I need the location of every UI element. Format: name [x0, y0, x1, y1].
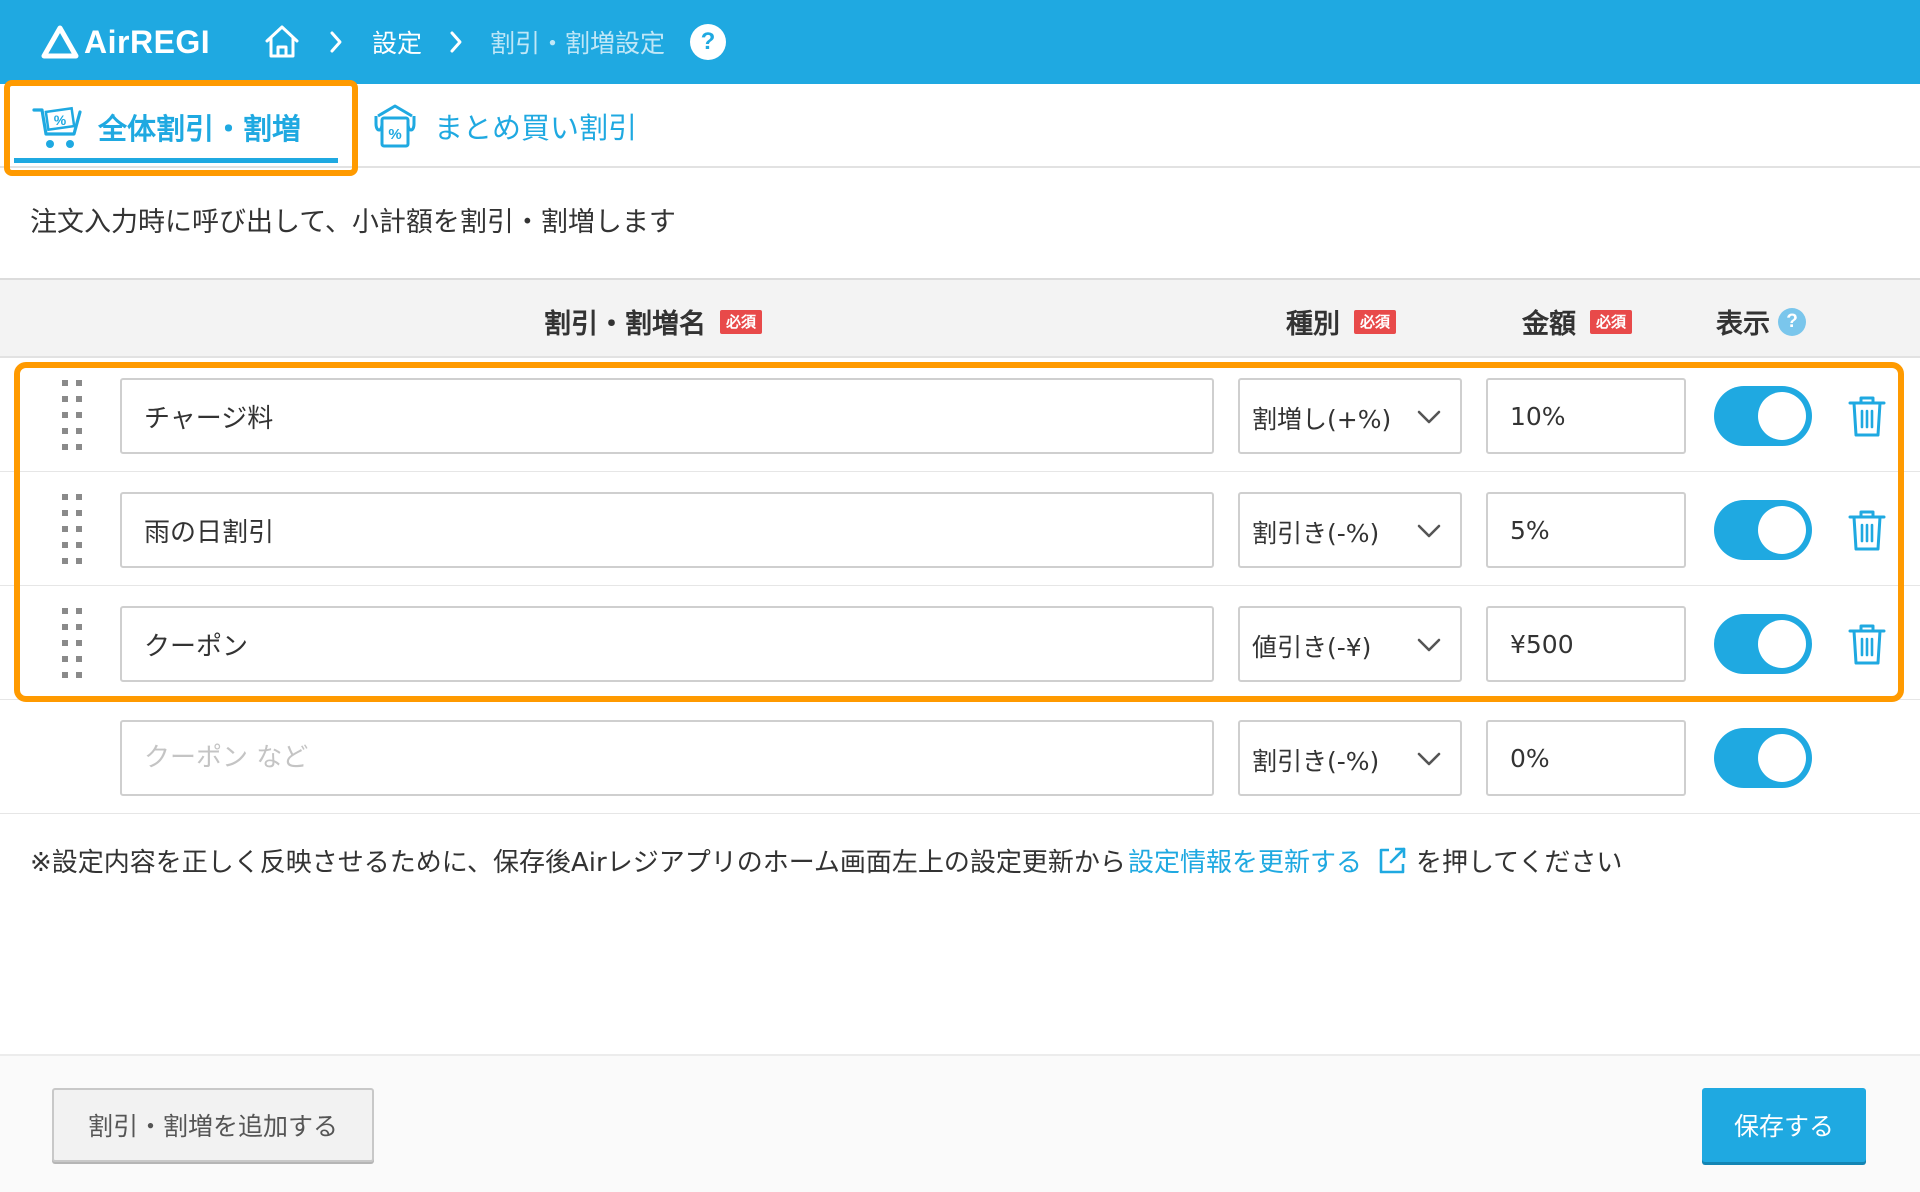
new-discount-type-value: 割引き(-%) — [1252, 747, 1380, 776]
required-badge: 必須 — [1354, 309, 1397, 334]
trash-icon[interactable] — [1846, 622, 1888, 666]
discount-type-value: 割引き(-%) — [1252, 519, 1380, 548]
toggle-knob — [1758, 392, 1806, 440]
table-header: 割引・割増名 必須 種別 必須 金額 必須 表示 ? — [0, 278, 1920, 358]
display-toggle[interactable] — [1714, 614, 1812, 674]
drag-handle-icon[interactable] — [62, 608, 90, 680]
new-discount-amount-input[interactable] — [1486, 720, 1686, 796]
column-header-amount: 金額 必須 — [1522, 302, 1633, 341]
breadcrumb-settings[interactable]: 設定 — [372, 24, 422, 60]
discount-type-select[interactable]: 割増し(+%) — [1238, 378, 1462, 454]
home-icon[interactable] — [262, 22, 302, 60]
column-header-display: 表示 ? — [1716, 302, 1806, 341]
column-header-amount-label: 金額 — [1522, 309, 1576, 340]
discount-type-select[interactable]: 値引き(-¥) — [1238, 606, 1462, 682]
external-link-icon[interactable] — [1376, 845, 1408, 877]
discount-type-select[interactable]: 割引き(-%) — [1238, 492, 1462, 568]
toggle-knob — [1758, 734, 1806, 782]
toggle-knob — [1758, 620, 1806, 668]
airregi-logo[interactable]: AirREGI — [40, 22, 210, 62]
discount-name-input[interactable] — [120, 378, 1214, 454]
column-header-type-label: 種別 — [1286, 309, 1340, 340]
required-badge: 必須 — [1590, 309, 1633, 334]
toggle-knob — [1758, 506, 1806, 554]
breadcrumb-current: 割引・割増設定 — [490, 29, 666, 58]
update-note: ※設定内容を正しく反映させるために、保存後Airレジアプリのホーム画面左上の設定… — [30, 842, 1622, 879]
update-settings-link[interactable]: 設定情報を更新する — [1128, 842, 1362, 879]
discount-amount-input[interactable] — [1486, 378, 1686, 454]
save-button[interactable]: 保存する — [1702, 1088, 1866, 1162]
discount-amount-input[interactable] — [1486, 606, 1686, 682]
trash-icon[interactable] — [1846, 394, 1888, 438]
chevron-down-icon — [1417, 410, 1441, 424]
table-row: 割増し(+%) — [0, 358, 1920, 472]
breadcrumb-chevron-icon — [450, 31, 462, 53]
display-help-icon[interactable]: ? — [1778, 307, 1806, 336]
discount-type-value: 割増し(+%) — [1252, 405, 1392, 434]
new-discount-name-input[interactable] — [120, 720, 1214, 796]
new-table-row: 割引き(-%) — [0, 700, 1920, 814]
drag-handle-icon[interactable] — [62, 494, 90, 566]
bundle-percent-icon: % — [374, 104, 416, 148]
column-header-display-label: 表示 — [1716, 309, 1770, 340]
footer-bar: 割引・割増を追加する 保存する — [0, 1054, 1920, 1192]
chevron-down-icon — [1417, 524, 1441, 538]
discount-amount-input[interactable] — [1486, 492, 1686, 568]
new-discount-type-select[interactable]: 割引き(-%) — [1238, 720, 1462, 796]
svg-text:%: % — [388, 126, 401, 143]
breadcrumb-chevron-icon — [330, 31, 342, 53]
column-header-name: 割引・割増名 必須 — [544, 302, 763, 341]
add-discount-button[interactable]: 割引・割増を追加する — [52, 1088, 374, 1162]
new-display-toggle[interactable] — [1714, 728, 1812, 788]
help-icon[interactable]: ? — [690, 24, 726, 60]
note-text-after: を押してください — [1415, 848, 1623, 878]
chevron-down-icon — [1417, 638, 1441, 652]
discount-name-input[interactable] — [120, 492, 1214, 568]
table-row: 割引き(-%) — [0, 472, 1920, 586]
drag-handle-icon[interactable] — [62, 380, 90, 452]
display-toggle[interactable] — [1714, 500, 1812, 560]
logo-text: AirREGI — [84, 23, 211, 60]
column-header-name-label: 割引・割増名 — [544, 309, 706, 340]
display-toggle[interactable] — [1714, 386, 1812, 446]
app-header: AirREGI 設定 割引・割増設定 ? — [0, 0, 1920, 84]
tab-highlight-frame — [4, 80, 358, 176]
discount-type-value: 値引き(-¥) — [1252, 633, 1372, 662]
tab-bundle-discount-label: まとめ買い割引 — [434, 111, 638, 145]
logo-triangle-icon — [41, 25, 79, 59]
table-row: 値引き(-¥) — [0, 586, 1920, 700]
trash-icon[interactable] — [1846, 508, 1888, 552]
chevron-down-icon — [1417, 752, 1441, 766]
page-description: 注文入力時に呼び出して、小計額を割引・割増します — [30, 207, 676, 238]
note-text-before: ※設定内容を正しく反映させるために、保存後Airレジアプリのホーム画面左上の設定… — [30, 848, 1126, 878]
required-badge: 必須 — [720, 309, 763, 334]
tab-bundle-discount[interactable]: % まとめ買い割引 — [372, 96, 637, 156]
column-header-type: 種別 必須 — [1286, 302, 1397, 341]
discount-name-input[interactable] — [120, 606, 1214, 682]
